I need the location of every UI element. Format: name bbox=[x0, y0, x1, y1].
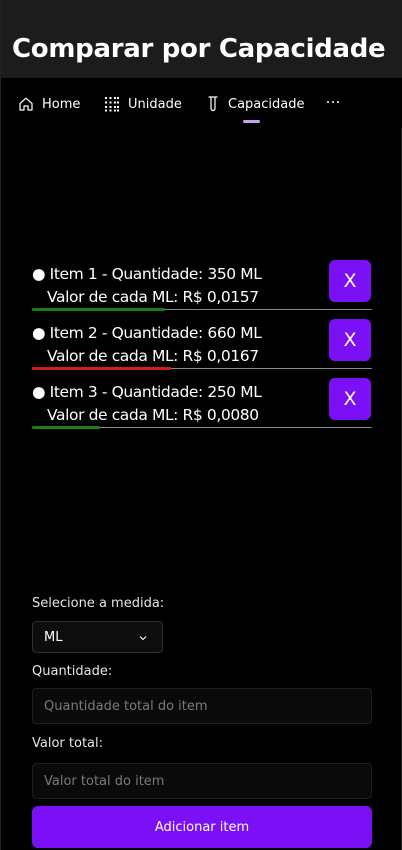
nav-item-home[interactable]: Home bbox=[18, 93, 80, 115]
item-price-bar bbox=[32, 426, 100, 429]
add-item-button[interactable]: Adicionar item bbox=[32, 806, 372, 848]
list-item: ● Item 1 - Quantidade: 350 ML Valor de c… bbox=[32, 260, 372, 312]
item-unit-price: Valor de cada ML: R$ 0,0167 bbox=[47, 347, 259, 365]
item-quantity: ● Item 3 - Quantidade: 250 ML bbox=[32, 383, 262, 401]
item-quantity: ● Item 2 - Quantidade: 660 ML bbox=[32, 324, 262, 342]
app-window: Comparar por Capacidade Home Unidade Cap… bbox=[0, 0, 402, 850]
remove-item-button[interactable]: X bbox=[329, 260, 371, 302]
item-unit-price: Valor de cada ML: R$ 0,0157 bbox=[47, 288, 259, 306]
title-bar: Comparar por Capacidade bbox=[1, 0, 402, 78]
selected-tab-indicator bbox=[243, 120, 260, 123]
item-price-bar bbox=[32, 367, 172, 370]
quantity-input[interactable] bbox=[32, 688, 372, 724]
quantity-label: Quantidade: bbox=[32, 664, 113, 679]
item-unit-price: Valor de cada ML: R$ 0,0080 bbox=[47, 406, 259, 424]
item-quantity: ● Item 1 - Quantidade: 350 ML bbox=[32, 265, 262, 283]
measure-select[interactable]: ML bbox=[32, 621, 163, 653]
remove-item-button[interactable]: X bbox=[329, 378, 371, 420]
total-value-label: Valor total: bbox=[32, 736, 103, 751]
total-value-input[interactable] bbox=[32, 763, 372, 799]
chevron-down-icon bbox=[138, 632, 148, 647]
nav-item-label: Home bbox=[42, 96, 81, 112]
more-button[interactable] bbox=[323, 92, 343, 112]
more-icon bbox=[326, 100, 340, 104]
test-tube-icon bbox=[206, 96, 220, 112]
nav-item-label: Capacidade bbox=[228, 96, 305, 112]
page-title: Comparar por Capacidade bbox=[12, 34, 386, 64]
list-item: ● Item 3 - Quantidade: 250 ML Valor de c… bbox=[32, 378, 372, 430]
home-icon bbox=[18, 96, 34, 112]
measure-select-value: ML bbox=[44, 629, 63, 645]
grid-icon bbox=[104, 96, 120, 112]
measure-label: Selecione a medida: bbox=[32, 596, 165, 611]
nav-item-unidade[interactable]: Unidade bbox=[104, 93, 182, 115]
item-price-bar bbox=[32, 308, 165, 311]
nav-item-label: Unidade bbox=[128, 96, 182, 112]
list-item: ● Item 2 - Quantidade: 660 ML Valor de c… bbox=[32, 319, 372, 371]
nav-item-capacidade[interactable]: Capacidade bbox=[206, 93, 305, 115]
remove-item-button[interactable]: X bbox=[329, 319, 371, 361]
